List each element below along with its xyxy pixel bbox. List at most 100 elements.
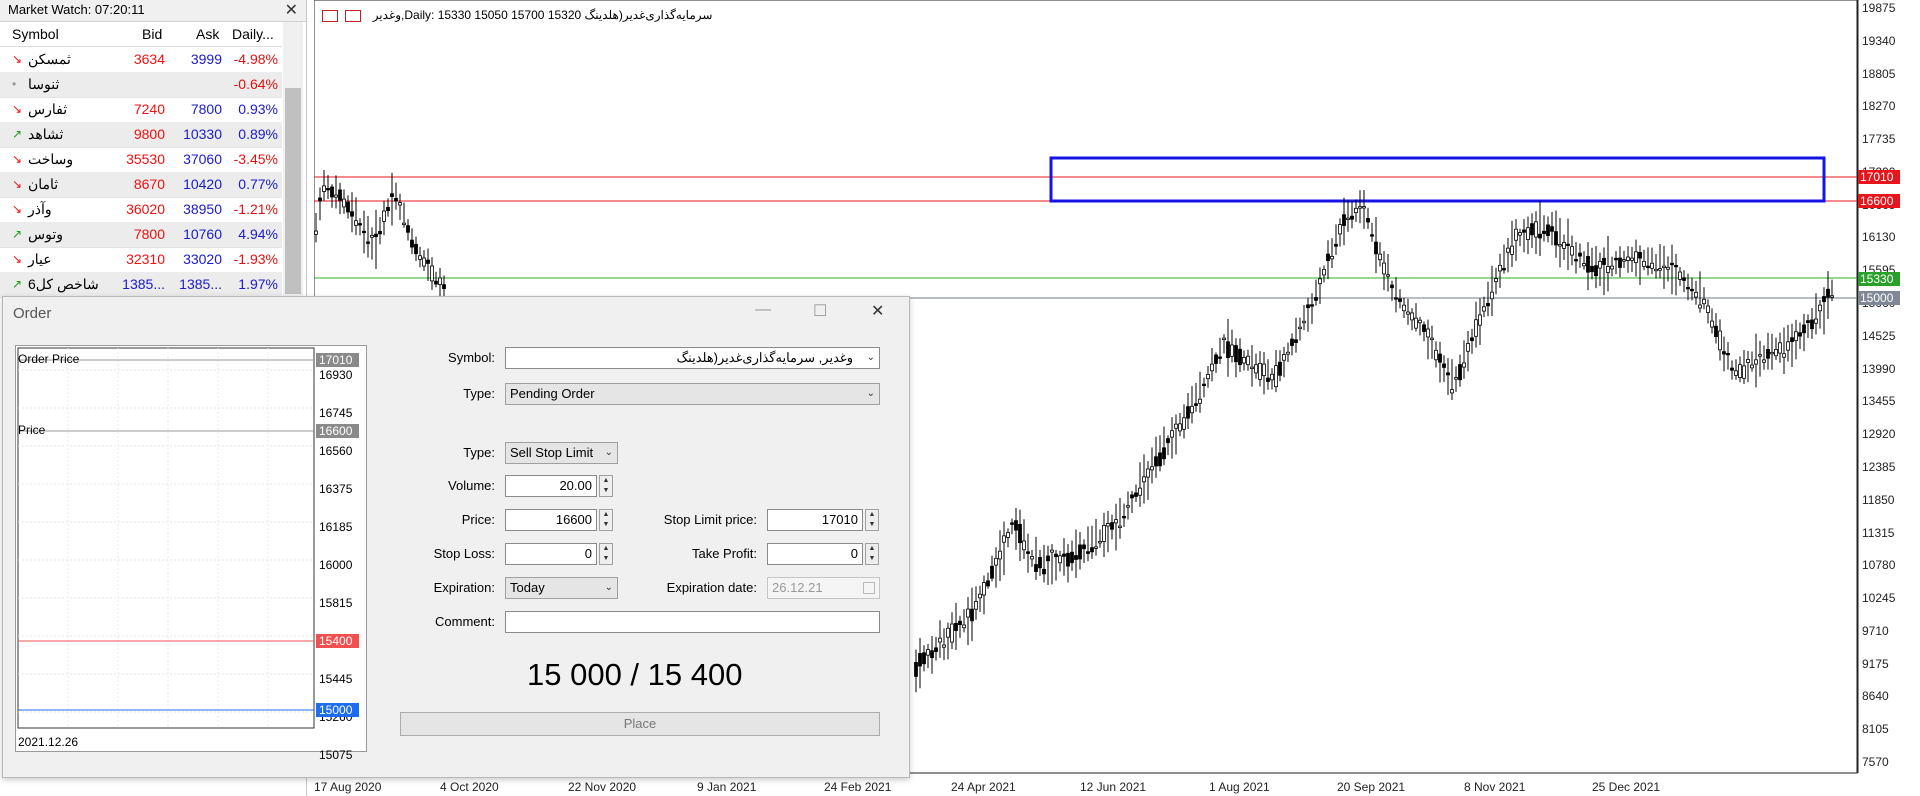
expiration-select[interactable]: Today ⌄ [505,577,618,599]
candle [1542,215,1546,242]
candle [1634,239,1638,277]
candle [1558,218,1562,268]
candle [1054,549,1058,581]
candle [1422,321,1426,342]
comment-input[interactable] [505,611,880,633]
volume-stepper[interactable]: ▲ ▼ [599,475,613,497]
market-watch-title: Market Watch: 07:20:11 [8,2,145,17]
arrow-down-icon: ↘ [12,152,23,166]
column-symbol[interactable]: Symbol [12,22,59,46]
stop-loss-stepper[interactable]: ▲ ▼ [599,543,613,565]
market-watch-row[interactable]: ↘ وآذر 36020 38950 -1.21% [0,197,282,223]
symbol-select[interactable]: وغدیر, سرمایه‌گذاری‌غدیر(هلدینگ ⌄ [505,347,880,369]
column-daily-change[interactable]: Daily... [232,22,274,46]
symbol-cell: ثامان [28,176,59,192]
candle [1102,512,1106,557]
close-icon[interactable]: ✕ [871,301,884,321]
candle [986,572,990,589]
candle [1718,319,1722,361]
dot-icon: • [12,77,17,91]
candle [1622,250,1626,269]
candle [1458,354,1462,387]
take-profit-input[interactable]: 0 [767,543,863,565]
market-watch-row[interactable]: ↘ عیار 32310 33020 -1.93% [0,247,282,273]
chart-header-icon-1[interactable] [322,9,338,22]
candle [1162,426,1166,466]
highlight-rectangle[interactable] [1049,156,1826,203]
type-select[interactable]: Pending Order ⌄ [505,383,880,405]
bid-cell: 32310 [126,251,165,267]
candle [1198,371,1202,413]
market-watch-row[interactable]: ↗ وتوس 7800 10760 4.94% [0,222,282,248]
stop-limit-input[interactable]: 17010 [767,509,863,531]
candle [1246,349,1250,371]
calendar-icon[interactable] [863,582,875,594]
candle [938,620,942,658]
candle [1562,234,1566,260]
candle [1518,228,1522,247]
take-profit-stepper[interactable]: ▲ ▼ [865,543,879,565]
market-watch-row[interactable]: ↘ وساخت 35530 37060 -3.45% [0,147,282,173]
candle [1798,322,1802,349]
market-watch-scroll-thumb[interactable] [285,88,301,294]
order-type-select[interactable]: Sell Stop Limit ⌄ [505,442,618,464]
candle [1182,404,1186,439]
market-watch-row[interactable]: • ثنوسا -0.64% [0,72,282,98]
price-label: Price: [461,512,495,527]
market-watch-row[interactable]: ↘ ثمسکن 3634 3999 -4.98% [0,47,282,73]
time-axis-label: 25 Dec 2021 [1592,780,1661,794]
close-icon[interactable]: ✕ [285,0,298,20]
candle [1150,447,1154,484]
candle [1022,519,1026,559]
price-tag: 15330 [1858,272,1900,286]
candle [1710,308,1714,334]
candle [998,530,1002,582]
volume-input[interactable]: 20.00 [505,475,597,497]
candle [1642,249,1646,271]
preview-canvas [17,347,315,729]
stop-limit-stepper[interactable]: ▲ ▼ [865,509,879,531]
candle [1510,220,1514,267]
column-ask[interactable]: Ask [196,22,219,46]
arrow-down-icon: ↘ [12,252,23,266]
price-axis-label: 16130 [1862,230,1896,245]
maximize-icon[interactable]: ☐ [813,301,827,321]
price-axis-label: 8640 [1862,689,1889,704]
candle [914,649,918,693]
place-button[interactable]: Place [400,712,880,736]
change-cell: 1.97% [238,276,278,292]
market-watch-row[interactable]: ↘ ثامان 8670 10420 0.77% [0,172,282,198]
chevron-down-icon: ⌄ [604,447,613,458]
candle [1678,267,1682,286]
candle [1782,327,1786,374]
price-stepper[interactable]: ▲ ▼ [599,509,613,531]
candle [1082,539,1086,563]
symbol-label: Symbol: [448,350,495,365]
candle [414,236,418,261]
market-watch-row[interactable]: ↘ ثفارس 7240 7800 0.93% [0,97,282,123]
stop-loss-input[interactable]: 0 [505,543,597,565]
candle [1266,359,1270,390]
minimize-icon[interactable]: — [755,301,771,319]
market-watch-row[interactable]: ↗ شاخص کل6 1385... 1385... 1.97% [0,272,282,298]
candle [330,184,334,208]
candle [366,216,370,258]
price-tag: 16600 [1858,194,1900,208]
market-watch-row[interactable]: ↗ ثشاهد 9800 10330 0.89% [0,122,282,148]
preview-label-order-price: Order Price [18,352,80,366]
price-axis-label: 12385 [1862,459,1896,474]
ask-cell: 38950 [183,201,222,217]
candle [1406,298,1410,325]
candle [1126,491,1130,520]
candle [1038,549,1042,576]
candle [1378,242,1382,267]
candle [1358,190,1362,224]
chart-header-icon-2[interactable] [345,9,362,22]
column-bid[interactable]: Bid [142,22,162,46]
expiration-date-input[interactable]: 26.12.21 [767,577,880,599]
chevron-down-icon: ⌄ [604,582,613,593]
price-input[interactable]: 16600 [505,509,597,531]
candle [430,257,434,290]
change-cell: 0.77% [238,176,278,192]
candle [930,635,934,674]
